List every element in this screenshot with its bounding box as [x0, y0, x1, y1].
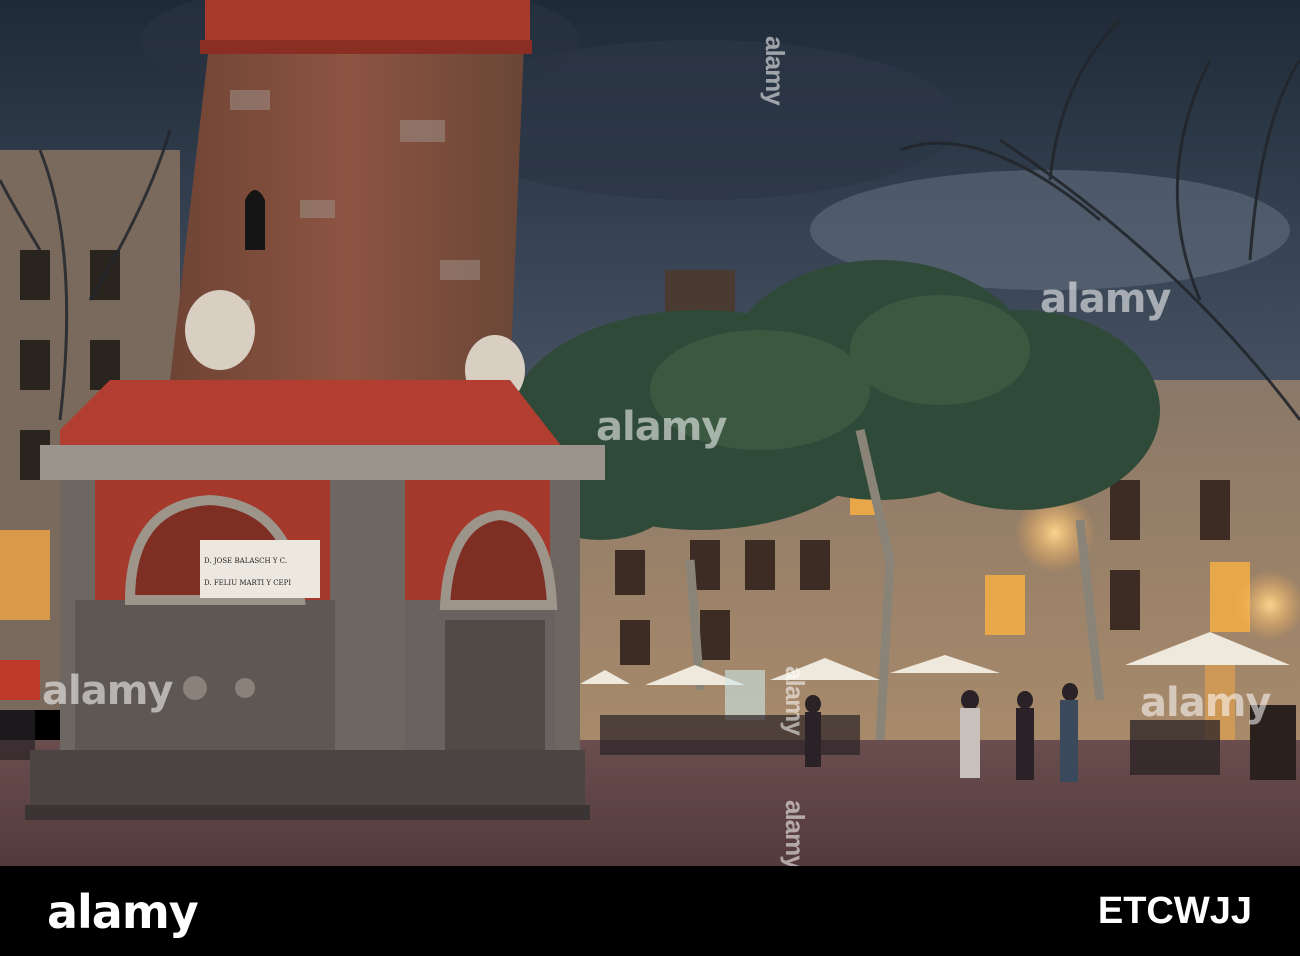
plaque-line-2: D. FELIU MARTI Y CEPI	[204, 579, 291, 587]
plaza-photograph: D. JOSE BALASCH Y C. D. FELIU MARTI Y CE…	[0, 0, 1300, 866]
image-id-label: ETCWJJ	[1097, 890, 1252, 932]
plaque-line-1: D. JOSE BALASCH Y C.	[204, 557, 287, 565]
stock-photo-frame: D. JOSE BALASCH Y C. D. FELIU MARTI Y CE…	[0, 0, 1300, 956]
alamy-logo: alamy	[47, 885, 199, 939]
inscription-plaque	[200, 540, 320, 598]
